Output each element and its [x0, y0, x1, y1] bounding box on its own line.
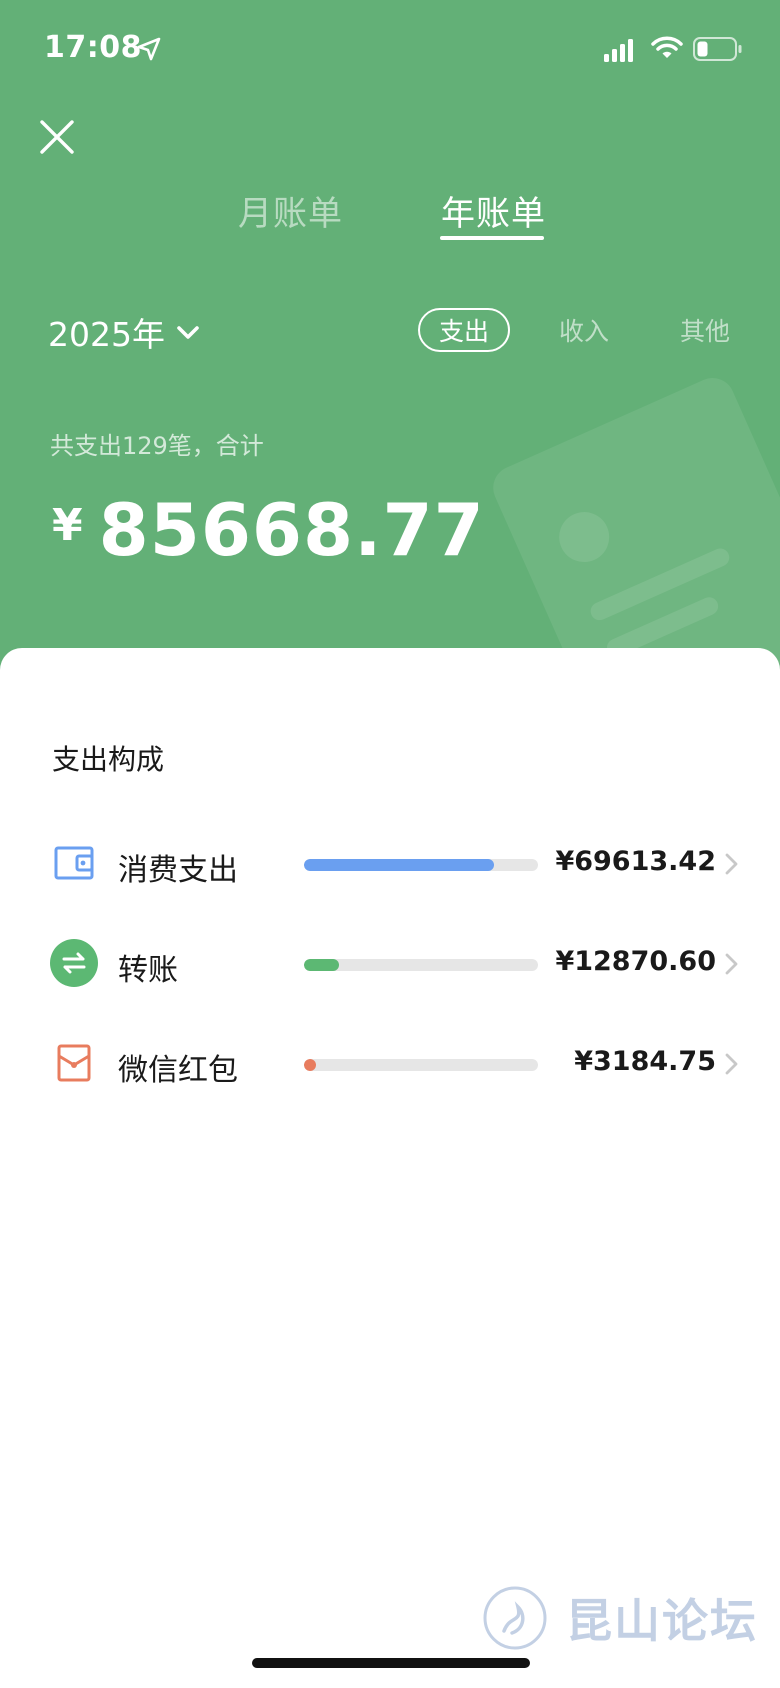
year-selector[interactable]: 2025年 — [48, 308, 201, 356]
share-bar-track — [304, 959, 538, 971]
category-row-red-packet[interactable]: 微信红包 ¥3184.75 — [0, 1033, 780, 1093]
location-arrow-icon — [137, 37, 161, 61]
status-time: 17:08 — [44, 30, 142, 65]
category-row-transfer[interactable]: 转账 ¥12870.60 — [0, 933, 780, 993]
expense-count-summary: 共支出129笔，合计 — [50, 432, 264, 460]
category-amount: ¥69613.42 — [555, 846, 716, 877]
category-amount: ¥3184.75 — [574, 1046, 716, 1077]
filter-expense-button[interactable]: 支出 — [418, 308, 510, 352]
forum-logo — [483, 1586, 547, 1650]
category-amount: ¥12870.60 — [555, 946, 716, 977]
active-tab-indicator — [440, 236, 544, 240]
year-label: 2025年 — [48, 315, 165, 354]
filter-income-button[interactable]: 收入 — [556, 308, 612, 352]
forum-watermark: 昆山论坛 — [482, 1585, 758, 1651]
home-indicator[interactable] — [252, 1658, 530, 1668]
share-bar-track — [304, 859, 538, 871]
wifi-icon — [651, 36, 683, 58]
share-bar-track — [304, 1059, 538, 1071]
filter-other-button[interactable]: 其他 — [677, 308, 733, 352]
currency-symbol: ¥ — [52, 500, 83, 551]
chevron-right-icon — [725, 1053, 738, 1075]
red-packet-icon — [57, 1044, 91, 1082]
share-bar-fill — [304, 959, 340, 971]
category-label: 转账 — [118, 953, 178, 988]
wallet-icon — [54, 846, 94, 880]
chevron-down-icon — [177, 326, 199, 339]
tab-monthly-bill[interactable]: 月账单 — [238, 186, 343, 235]
watermark-text: 昆山论坛 — [566, 1594, 758, 1648]
annual-bill-screen: 17:08 月账单 年账单 2025年 支出 收入 其他 共支出129笔，合计 … — [0, 0, 780, 1688]
category-row-consumption[interactable]: 消费支出 ¥69613.42 — [0, 833, 780, 893]
transfer-icon — [50, 939, 98, 987]
tab-annual-bill[interactable]: 年账单 — [441, 186, 546, 235]
total-amount: ¥ 85668.77 — [52, 488, 485, 572]
expense-composition-card: 支出构成 消费支出 ¥69613.42 转账 ¥12870.60 微信红包 ¥3… — [0, 648, 780, 1688]
cellular-signal-icon — [604, 39, 633, 62]
header-panel: 17:08 月账单 年账单 2025年 支出 收入 其他 共支出129笔，合计 … — [0, 0, 780, 700]
share-bar-fill — [304, 1059, 316, 1071]
share-bar-fill — [304, 859, 494, 871]
close-icon[interactable] — [38, 118, 76, 156]
section-title: 支出构成 — [52, 743, 165, 776]
chevron-right-icon — [725, 953, 738, 975]
battery-icon — [693, 37, 742, 61]
total-value: 85668.77 — [98, 488, 485, 572]
category-label: 微信红包 — [118, 1053, 238, 1088]
category-label: 消费支出 — [118, 853, 238, 888]
chevron-right-icon — [725, 853, 738, 875]
